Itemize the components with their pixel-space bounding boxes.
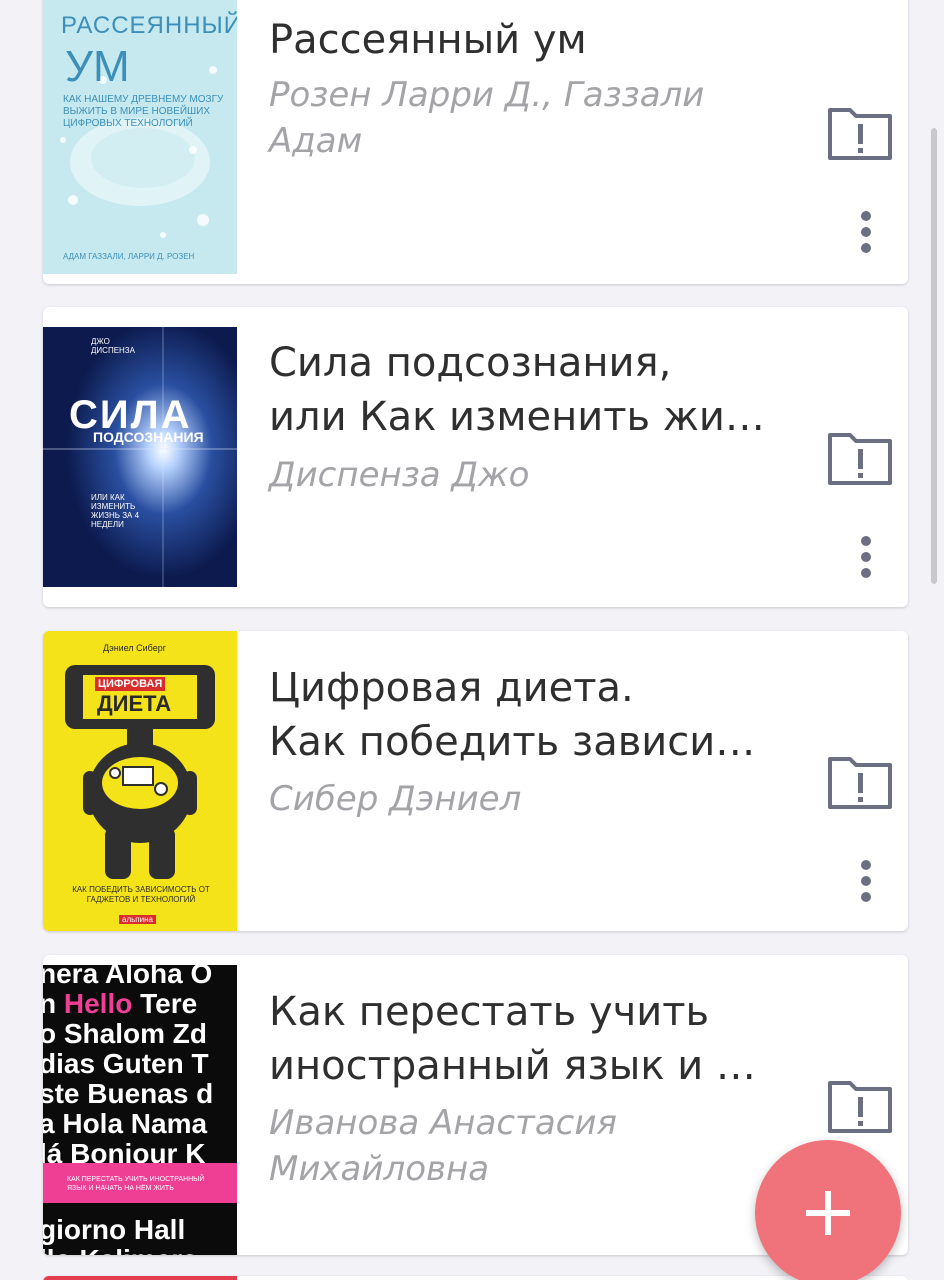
cover-word-line: giorno Hall — [43, 1214, 186, 1245]
folder-alert-icon[interactable] — [826, 104, 894, 162]
book-card[interactable]: РАССЕЯННЫЙ УМ КАК НАШЕМУ ДРЕВНЕМУ МОЗГУ … — [43, 0, 908, 284]
cover-band-text: КАК ПЕРЕСТАТЬ УЧИТЬ ИНОСТРАННЫЙ ЯЗЫК И Н… — [67, 1176, 205, 1192]
book-card[interactable] — [43, 1276, 908, 1280]
cover-word-cloud: nera Aloha On Hello Tere o Shalom Zd dias … — [43, 965, 237, 1255]
book-title[interactable]: Рассеянный ум — [269, 13, 789, 71]
book-cover[interactable]: ДЖО ДИСПЕНЗА СИЛА ПОДСОЗНАНИЯ ИЛИ КАК ИЗ… — [43, 327, 237, 587]
book-author: Диспенза Джо — [269, 455, 530, 495]
more-vertical-icon[interactable] — [856, 859, 876, 909]
book-cover[interactable] — [43, 1276, 237, 1280]
cover-word-line: ste Buenas d — [43, 1078, 214, 1109]
book-card[interactable]: Дэниел Сиберг ЦИФРОВАЯ ДИЕТА КАК ПОБЕДИТ… — [43, 631, 908, 931]
cover-authors: АДАМ ГАЗЗАЛИ, ЛАРРИ Д. РОЗЕН — [63, 252, 195, 261]
cover-subtitle: ИЛИ КАК ИЗМЕНИТЬ ЖИЗНЬ ЗА 4 НЕДЕЛИ — [91, 493, 140, 529]
cover-word-line: o Shalom Zd — [43, 1018, 207, 1049]
cover-word-line: llo Kalimera — [43, 1245, 237, 1256]
cover-heading: ПОДСОЗНАНИЯ — [93, 429, 204, 445]
cover-word-line: a Hola Nama — [43, 1108, 208, 1139]
cover-word-line: n Hello Tere — [43, 988, 198, 1019]
more-vertical-icon[interactable] — [856, 535, 876, 585]
cover-word-line: nera Aloha O — [43, 965, 213, 989]
book-cover[interactable]: РАССЕЯННЫЙ УМ КАК НАШЕМУ ДРЕВНЕМУ МОЗГУ … — [43, 0, 237, 274]
add-book-button[interactable] — [755, 1140, 901, 1280]
folder-alert-icon[interactable] — [826, 429, 894, 487]
cover-subtitle: КАК ПОБЕДИТЬ ЗАВИСИМОСТЬ ОТ ГАДЖЕТОВ И Т… — [72, 885, 210, 904]
cover-author: Дэниел Сиберг — [103, 643, 167, 653]
scrollbar[interactable] — [931, 128, 937, 584]
book-card[interactable]: ДЖО ДИСПЕНЗА СИЛА ПОДСОЗНАНИЯ ИЛИ КАК ИЗ… — [43, 307, 908, 607]
book-title[interactable]: Сила подсознания, или Как изменить жи… — [269, 336, 789, 448]
cover-heading: УМ — [65, 42, 130, 91]
book-author: Сибер Дэниел — [269, 779, 522, 819]
book-author: Розен Ларри Д., Газзали Адам — [269, 75, 705, 161]
book-title[interactable]: Цифровая диета. Как победить зависи… — [269, 661, 789, 773]
folder-alert-icon[interactable] — [826, 1077, 894, 1135]
cover-heading: РАССЕЯННЫЙ — [61, 12, 237, 39]
book-title[interactable]: Как перестать учить иностранный язык и … — [269, 985, 789, 1097]
cover-author: ДЖО ДИСПЕНЗА — [91, 337, 135, 355]
more-vertical-icon[interactable] — [856, 210, 876, 260]
cover-subtitle: КАК НАШЕМУ ДРЕВНЕМУ МОЗГУ ВЫЖИТЬ В МИРЕ … — [63, 94, 224, 129]
book-cover[interactable]: nera Aloha On Hello Tere o Shalom Zd dias … — [43, 965, 237, 1255]
book-cover[interactable]: Дэниел Сиберг ЦИФРОВАЯ ДИЕТА КАК ПОБЕДИТ… — [43, 631, 237, 931]
cover-word-line: dias Guten T — [43, 1048, 209, 1079]
book-list-screen: РАССЕЯННЫЙ УМ КАК НАШЕМУ ДРЕВНЕМУ МОЗГУ … — [0, 0, 944, 1280]
cover-heading: ЦИФРОВАЯ — [95, 677, 166, 691]
book-author: Иванова Анастасия Михайловна — [269, 1103, 617, 1189]
cover-heading: ДИЕТА — [97, 691, 172, 716]
folder-alert-icon[interactable] — [826, 753, 894, 811]
plus-icon — [806, 1191, 850, 1235]
cover-publisher: альпина — [119, 915, 156, 924]
